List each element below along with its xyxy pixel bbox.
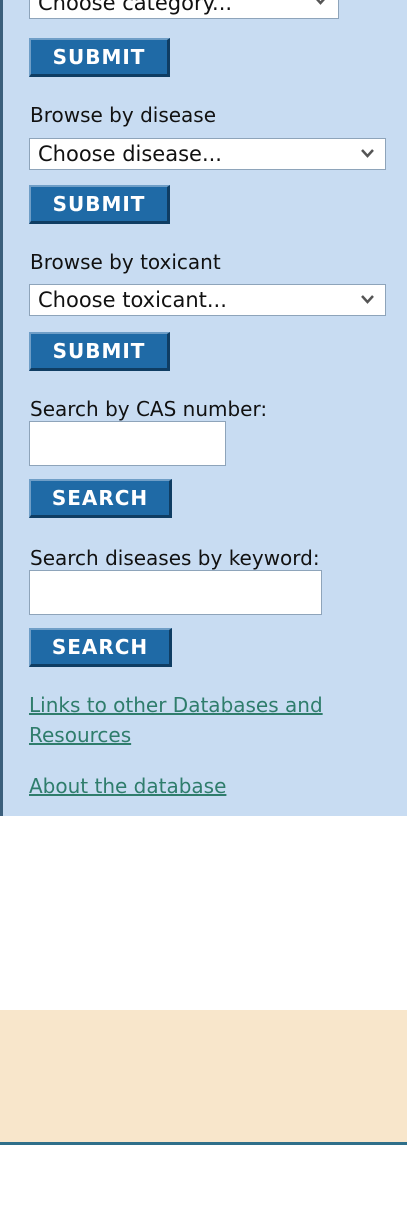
category-select-value: Choose category...: [38, 0, 233, 15]
chevron-down-icon: [361, 149, 374, 158]
keyword-search-button[interactable]: SEARCH: [29, 628, 172, 667]
cas-search-button[interactable]: SEARCH: [29, 479, 172, 518]
cas-number-input[interactable]: [29, 421, 226, 466]
links-other-databases-link-line1[interactable]: Links to other Databases and: [29, 690, 323, 720]
toxicant-select-value: Choose toxicant...: [38, 288, 227, 312]
toxicant-submit-button[interactable]: SUBMIT: [29, 332, 170, 371]
page: Choose category... SUBMIT Browse by dise…: [0, 0, 407, 1206]
category-select[interactable]: Choose category...: [29, 0, 339, 19]
disease-label: Browse by disease: [30, 103, 217, 127]
disease-submit-button[interactable]: SUBMIT: [29, 185, 170, 224]
chevron-down-icon: [316, 0, 325, 5]
disease-select-value: Choose disease...: [38, 142, 222, 166]
about-database-link[interactable]: About the database: [29, 771, 226, 801]
footer-band: [0, 1010, 407, 1145]
links-other-databases-link-line2[interactable]: Resources: [29, 720, 131, 750]
keyword-label: Search diseases by keyword:: [30, 546, 320, 570]
toxicant-label: Browse by toxicant: [30, 250, 221, 274]
sidebar-panel: Choose category... SUBMIT Browse by dise…: [0, 0, 407, 816]
disease-select[interactable]: Choose disease...: [29, 138, 386, 170]
toxicant-select[interactable]: Choose toxicant...: [29, 284, 386, 316]
chevron-down-icon: [361, 295, 374, 304]
cas-label: Search by CAS number:: [30, 397, 268, 421]
keyword-input[interactable]: [29, 570, 322, 615]
category-submit-button[interactable]: SUBMIT: [29, 38, 170, 77]
